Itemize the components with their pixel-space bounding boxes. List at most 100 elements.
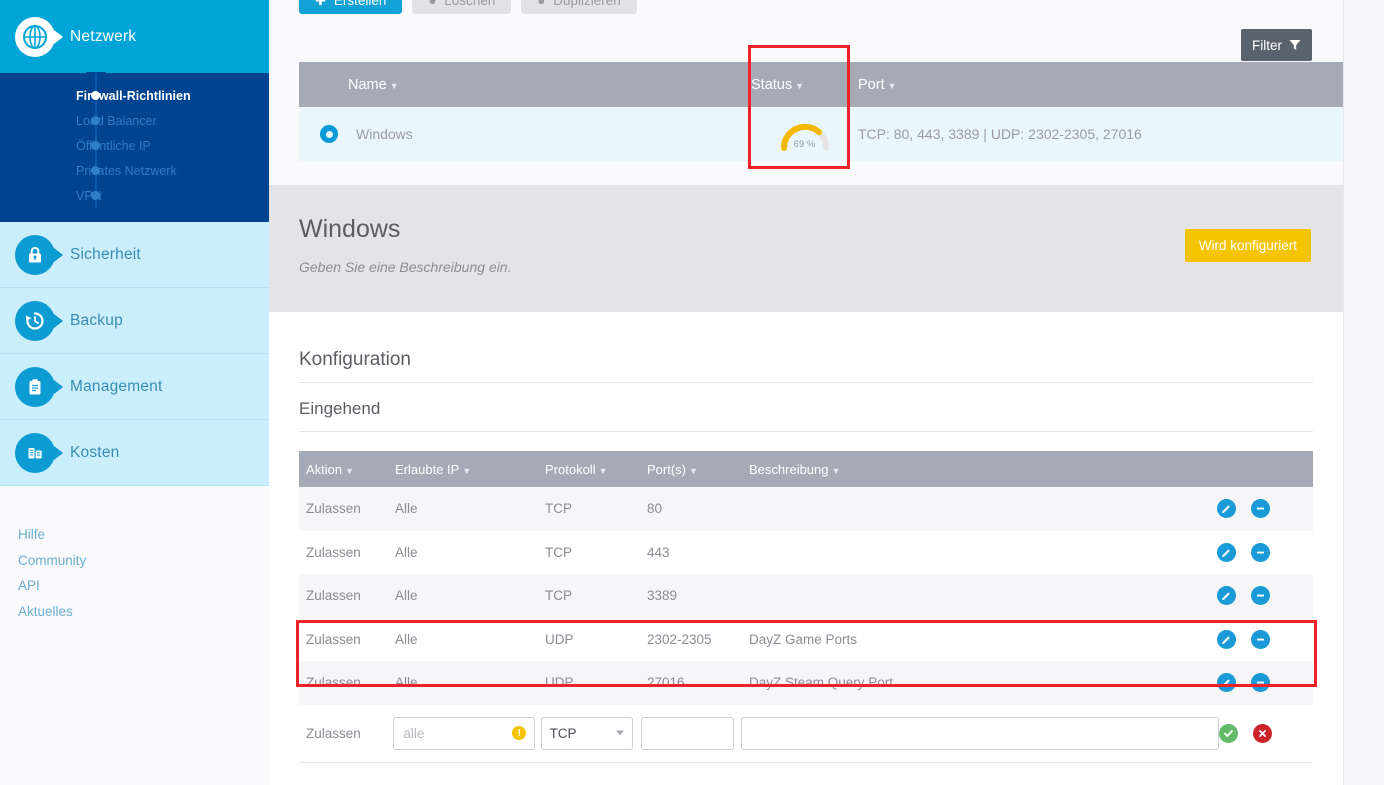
column-header-protokoll[interactable]: Protokoll ▼ [545, 462, 647, 477]
column-header-status-label: Status [751, 76, 793, 93]
confirm-icon[interactable] [1218, 723, 1238, 743]
sidebar-item-management-label: Management [70, 377, 163, 395]
bullet-icon [91, 191, 100, 200]
edit-icon[interactable] [1217, 586, 1236, 606]
rule-ip: Alle [395, 544, 418, 560]
edit-icon[interactable] [1217, 673, 1236, 693]
section-title-eingehend: Eingehend [299, 399, 381, 418]
sidebar-subitem-vpn[interactable]: VPN [0, 183, 269, 208]
rule-protocol: TCP [545, 544, 572, 560]
rule-action: Zulassen [306, 631, 361, 647]
sidebar-item-backup[interactable]: Backup [0, 288, 269, 354]
edit-icon[interactable] [1217, 542, 1236, 562]
remove-icon[interactable] [1251, 586, 1270, 606]
coins-icon [15, 432, 55, 473]
status-badge[interactable]: Wird konfiguriert [1184, 229, 1311, 262]
policy-name-label: Windows [356, 126, 413, 142]
sidebar-subitem-firewall-richtlinien[interactable]: Firewall-Richtlinien [0, 83, 269, 108]
filter-button[interactable]: Filter [1241, 29, 1312, 61]
rule-protocol: UDP [545, 675, 574, 691]
sidebar-item-kosten[interactable]: Kosten [0, 420, 269, 486]
funnel-icon [1289, 40, 1301, 50]
description-placeholder[interactable]: Geben Sie eine Beschreibung ein. [299, 259, 511, 275]
new-rule-action-label: Zulassen [306, 725, 361, 741]
table-row[interactable]: Zulassen Alle UDP 27016 DayZ Steam Query… [299, 661, 1313, 705]
delete-button[interactable]: ● Löschen [412, 0, 512, 14]
protocol-select[interactable]: TCPUDPICMP [540, 716, 633, 750]
main-content: ✚ Erstellen ● Löschen ● Duplizieren Filt… [269, 0, 1343, 785]
new-rule-description-cell [740, 716, 1219, 750]
edit-icon[interactable] [1217, 629, 1236, 649]
sidebar-item-sicherheit-label: Sicherheit [70, 245, 141, 263]
rule-actions [1217, 629, 1313, 649]
rule-ports: 443 [647, 544, 670, 560]
duplicate-button[interactable]: ● Duplizieren [521, 0, 637, 14]
lock-icon-wrap [0, 234, 70, 275]
right-gutter [1343, 0, 1384, 785]
protocol-select-wrap: TCPUDPICMP [540, 716, 633, 750]
table-row[interactable]: Zulassen Alle TCP 443 [299, 531, 1313, 575]
bullet-icon [91, 116, 100, 125]
sidebar-item-sicherheit[interactable]: Sicherheit [0, 222, 269, 288]
bullet-icon [91, 141, 100, 150]
create-button[interactable]: ✚ Erstellen [299, 0, 403, 14]
sidebar-link-aktuelles[interactable]: Aktuelles [18, 599, 269, 625]
column-header-beschreibung[interactable]: Beschreibung ▼ [749, 462, 1217, 477]
lock-icon [15, 234, 55, 275]
column-header-protokoll-label: Protokoll [545, 461, 596, 477]
coins-icon-wrap [0, 432, 70, 473]
sidebar-link-api[interactable]: API [18, 573, 269, 599]
column-header-ports-label: Port(s) [647, 461, 686, 477]
column-header-port-label: Port [858, 76, 885, 93]
column-header-ports[interactable]: Port(s) ▼ [647, 462, 749, 477]
column-header-erlaubte-ip-label: Erlaubte IP [395, 461, 460, 477]
sidebar-subitem-oeffentliche-ip[interactable]: Öffentliche IP [0, 133, 269, 158]
table-row[interactable]: Windows 69 % TCP: 80, 443, 3389 | UDP: 2… [299, 107, 1343, 161]
description-input[interactable] [740, 716, 1219, 750]
sidebar-subitem-privates-netzwerk[interactable]: Privates Netzwerk [0, 158, 269, 183]
sidebar-footer-links: Hilfe Community API Aktuelles [0, 522, 269, 624]
remove-icon[interactable] [1251, 542, 1270, 562]
rule-actions [1217, 499, 1313, 519]
cancel-icon[interactable] [1252, 723, 1272, 743]
new-rule-ip-cell: ! [393, 716, 540, 750]
plus-icon: ✚ [315, 0, 326, 8]
remove-icon[interactable] [1251, 499, 1270, 519]
rule-protocol: TCP [545, 588, 572, 604]
sidebar-subitem-label: Öffentliche IP [76, 138, 151, 153]
sidebar-subitem-load-balancer[interactable]: Load Balancer [0, 108, 269, 133]
remove-icon[interactable] [1251, 629, 1270, 649]
status-gauge-percent: 69 % [793, 139, 816, 150]
app-root: Netzwerk Firewall-Richtlinien Load Balan… [0, 0, 1384, 785]
clock-icon-wrap [0, 300, 70, 341]
rule-ports: 3389 [647, 588, 678, 604]
policies-table-header: Name ▼ Status ▼ Port ▼ [299, 62, 1343, 107]
sidebar-link-hilfe[interactable]: Hilfe [18, 522, 269, 548]
table-row[interactable]: Zulassen Alle TCP 80 [299, 487, 1313, 531]
column-header-name[interactable]: Name ▼ [299, 77, 751, 93]
column-header-aktion[interactable]: Aktion ▼ [299, 462, 395, 477]
network-icon-wrap [0, 16, 70, 57]
new-rule-row: Zulassen ! TCPUDPICMP [299, 705, 1313, 763]
column-header-status[interactable]: Status ▼ [751, 77, 858, 93]
rule-ports: 2302-2305 [647, 631, 712, 647]
table-row[interactable]: Zulassen Alle UDP 2302-2305 DayZ Game Po… [299, 618, 1313, 662]
remove-icon[interactable] [1251, 673, 1270, 693]
policies-table: Name ▼ Status ▼ Port ▼ Windows 69 % TCP:… [299, 62, 1343, 161]
table-row[interactable]: Zulassen Alle TCP 3389 [299, 574, 1313, 618]
minus-circle-icon: ● [428, 0, 437, 8]
sidebar-item-netzwerk[interactable]: Netzwerk [0, 0, 269, 82]
column-header-erlaubte-ip[interactable]: Erlaubte IP ▼ [395, 462, 545, 477]
action-toolbar: ✚ Erstellen ● Löschen ● Duplizieren [299, 0, 637, 14]
column-header-port[interactable]: Port ▼ [858, 77, 1343, 93]
chevron-down-icon: ▼ [462, 465, 472, 476]
ports-input[interactable] [640, 716, 734, 750]
rule-protocol: TCP [545, 501, 572, 517]
clipboard-icon-wrap [0, 366, 70, 407]
sidebar-item-management[interactable]: Management [0, 354, 269, 420]
sidebar-link-community[interactable]: Community [18, 548, 269, 574]
rule-ip: Alle [395, 675, 418, 691]
chevron-down-icon: ▼ [598, 465, 608, 476]
row-selected-radio-icon[interactable] [320, 125, 338, 143]
edit-icon[interactable] [1217, 499, 1236, 519]
